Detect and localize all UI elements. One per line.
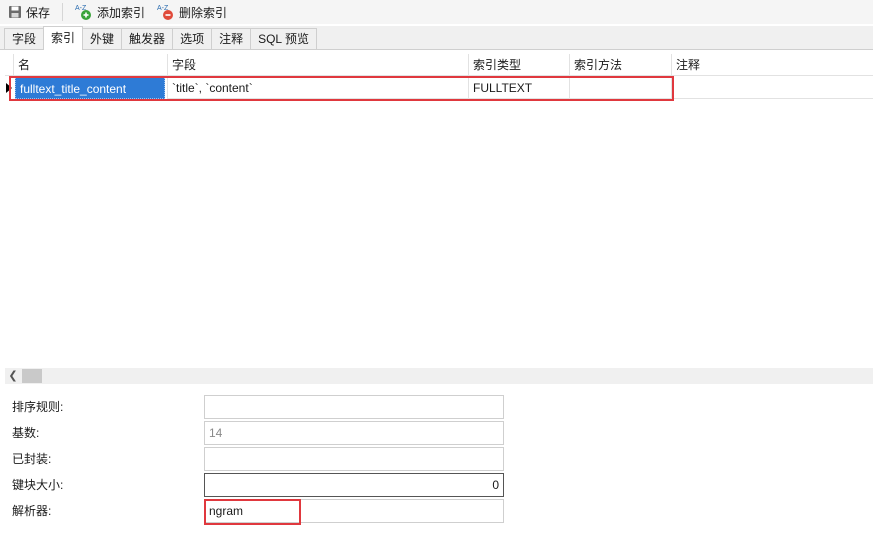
tab-indexes[interactable]: 索引 <box>43 26 84 50</box>
tab-comment[interactable]: 注释 <box>211 28 252 49</box>
tab-bar: 字段 索引 外键 触发器 选项 注释 SQL 预览 <box>0 26 873 50</box>
column-header-fields[interactable]: 字段 <box>167 54 468 76</box>
tab-options[interactable]: 选项 <box>172 28 213 49</box>
cell-index-method[interactable] <box>569 77 671 99</box>
save-icon <box>9 6 21 18</box>
delete-index-icon: A-Z <box>157 5 174 20</box>
column-header-index-type[interactable]: 索引类型 <box>468 54 569 76</box>
key-block-size-label: 键块大小: <box>12 478 64 492</box>
current-row-marker-icon <box>6 83 12 93</box>
tab-triggers[interactable]: 触发器 <box>121 28 174 49</box>
toolbar-divider <box>62 3 64 21</box>
cardinality-label: 基数: <box>12 426 40 440</box>
add-index-icon: A-Z <box>75 5 92 20</box>
cell-index-name[interactable]: fulltext_title_content <box>15 77 165 99</box>
cell-index-type[interactable]: FULLTEXT <box>468 77 569 99</box>
parser-label: 解析器: <box>12 504 52 518</box>
scroll-left-icon[interactable]: ❮ <box>5 368 21 384</box>
tab-foreign-keys[interactable]: 外键 <box>82 28 123 49</box>
scroll-thumb[interactable] <box>22 369 42 383</box>
add-index-button[interactable]: A-Z 添加索引 <box>71 1 149 23</box>
delete-index-label: 删除索引 <box>179 5 228 20</box>
grid-header: 名 字段 索引类型 索引方法 注释 <box>5 54 873 76</box>
table-row[interactable]: fulltext_title_content `title`, `content… <box>5 77 873 99</box>
packed-field[interactable] <box>204 447 504 471</box>
tab-sql-preview[interactable]: SQL 预览 <box>250 28 317 49</box>
cell-index-comment[interactable] <box>671 77 873 99</box>
add-index-label: 添加索引 <box>97 5 146 20</box>
collation-label: 排序规则: <box>12 400 64 414</box>
column-header-name[interactable]: 名 <box>13 54 167 76</box>
toolbar: 保存 A-Z 添加索引 A-Z 删除索引 <box>0 0 873 24</box>
cardinality-field[interactable]: 14 <box>204 421 504 445</box>
column-header-comment[interactable]: 注释 <box>671 54 873 76</box>
save-label: 保存 <box>26 5 51 20</box>
tab-fields[interactable]: 字段 <box>4 28 45 49</box>
collation-field[interactable] <box>204 395 504 419</box>
cell-index-fields[interactable]: `title`, `content` <box>167 77 468 99</box>
horizontal-scrollbar[interactable]: ❮ <box>5 368 873 384</box>
index-properties-panel: 排序规则: 基数: 14 已封装: 键块大小: 0 解析器: ngram <box>0 388 873 557</box>
packed-label: 已封装: <box>12 452 52 466</box>
index-grid: 名 字段 索引类型 索引方法 注释 fulltext_title_content… <box>5 51 873 368</box>
parser-field[interactable]: ngram <box>204 499 504 523</box>
delete-index-button[interactable]: A-Z 删除索引 <box>153 1 231 23</box>
key-block-size-field[interactable]: 0 <box>204 473 504 497</box>
save-button[interactable]: 保存 <box>4 1 54 23</box>
column-header-index-method[interactable]: 索引方法 <box>569 54 671 76</box>
